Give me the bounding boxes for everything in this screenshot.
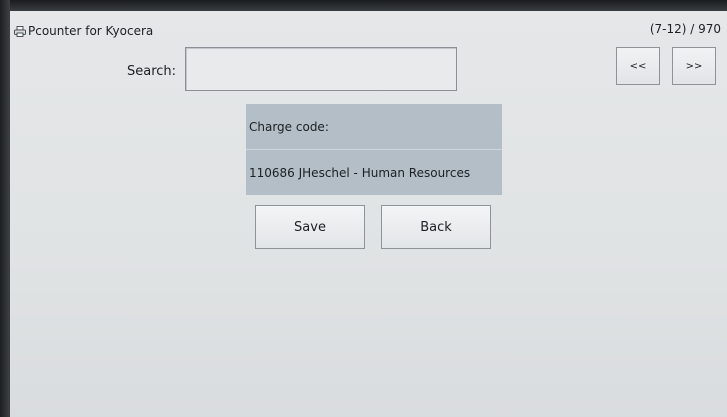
- device-screen: Pcounter for Kyocera (7-12) / 970 Search…: [10, 11, 727, 417]
- charge-code-selected[interactable]: 110686 JHeschel - Human Resources: [246, 150, 502, 195]
- page-counter: (7-12) / 970: [649, 22, 721, 36]
- search-label: Search:: [127, 64, 177, 79]
- search-input[interactable]: [185, 47, 457, 91]
- screen-bezel-left: [0, 0, 10, 417]
- save-button[interactable]: Save: [255, 205, 365, 249]
- app-title: Pcounter for Kyocera: [28, 24, 154, 38]
- back-button[interactable]: Back: [381, 205, 491, 249]
- screen-bezel-top: [0, 0, 727, 11]
- next-page-button[interactable]: >>: [672, 47, 716, 85]
- charge-code-label: Charge code:: [249, 119, 329, 134]
- previous-page-button[interactable]: <<: [616, 47, 660, 85]
- printer-icon: [14, 25, 26, 37]
- app-title-bar: Pcounter for Kyocera: [14, 24, 153, 38]
- charge-code-panel: Charge code: 110686 JHeschel - Human Res…: [246, 104, 502, 195]
